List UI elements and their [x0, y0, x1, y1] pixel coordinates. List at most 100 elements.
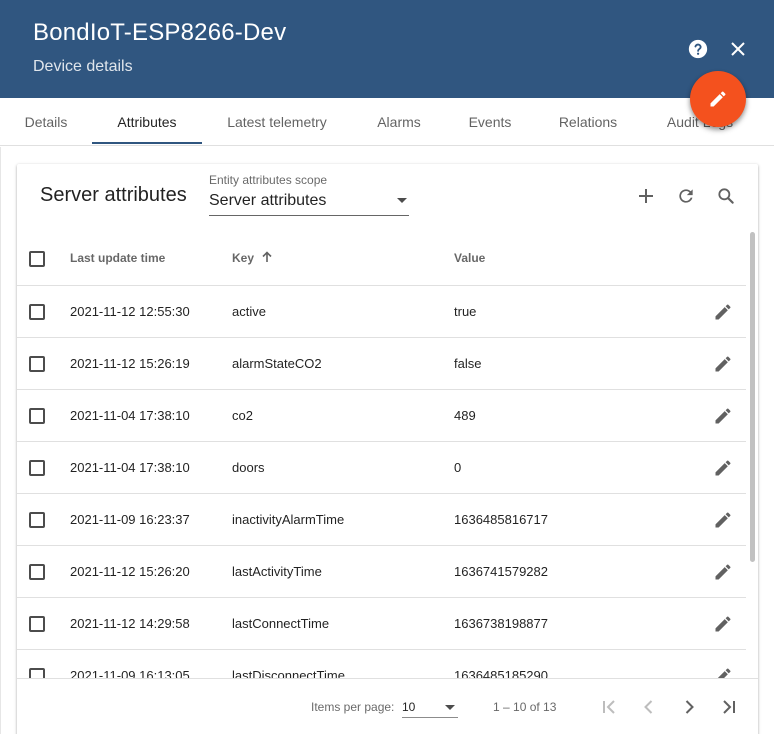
cell-key: inactivityAlarmTime [232, 512, 345, 527]
dialog-title: BondIoT-ESP8266-Dev [33, 19, 287, 46]
active-tab-indicator [92, 142, 202, 144]
edit-attribute-button[interactable] [711, 508, 735, 532]
row-checkbox[interactable] [29, 668, 45, 678]
select-all-checkbox[interactable] [29, 251, 45, 267]
column-header-value[interactable]: Value [454, 251, 485, 265]
edit-attribute-button[interactable] [711, 456, 735, 480]
row-checkbox[interactable] [29, 616, 45, 632]
first-page-icon [603, 700, 615, 714]
page-size-value: 10 [402, 700, 416, 714]
cell-key: co2 [232, 408, 253, 423]
cell-time: 2021-11-09 16:13:05 [70, 668, 190, 678]
tab-alarms[interactable]: Alarms [352, 98, 446, 146]
arrow-up-icon [262, 251, 272, 262]
items-per-page-label: Items per page: [311, 700, 395, 714]
edit-attribute-button[interactable] [711, 664, 735, 678]
last-page-icon [723, 700, 735, 714]
edit-attribute-button[interactable] [711, 612, 735, 636]
cell-time: 2021-11-04 17:38:10 [70, 460, 190, 475]
cell-value: true [454, 304, 477, 319]
column-header-time[interactable]: Last update time [70, 251, 165, 265]
paginator: Items per page: 10 1 – 10 of 13 [17, 678, 758, 734]
pencil-icon [715, 304, 731, 320]
row-checkbox[interactable] [29, 564, 45, 580]
scope-label: Entity attributes scope [209, 173, 328, 187]
cell-key: lastActivityTime [232, 564, 322, 579]
divider [0, 147, 1, 734]
row-checkbox[interactable] [29, 460, 45, 476]
page-size-underline [402, 717, 458, 718]
dialog-header: BondIoT-ESP8266-Dev Device details [0, 0, 774, 98]
row-checkbox[interactable] [29, 408, 45, 424]
close-button[interactable] [726, 37, 750, 61]
attributes-panel: Server attributes Entity attributes scop… [17, 164, 758, 734]
cell-value: 1636485816717 [454, 512, 548, 527]
tab-relations[interactable]: Relations [534, 98, 642, 146]
panel-title: Server attributes [40, 184, 187, 206]
pencil-icon [715, 408, 731, 424]
cell-time: 2021-11-12 15:26:20 [70, 564, 190, 579]
tab-bar: Details Attributes Latest telemetry Alar… [0, 98, 774, 146]
table-row[interactable]: 2021-11-04 17:38:10 co2 489 [17, 390, 746, 442]
dropdown-arrow-icon [445, 705, 455, 710]
cell-value: 1636738198877 [454, 616, 548, 631]
cell-key: active [232, 304, 266, 319]
scope-value: Server attributes [209, 192, 327, 209]
cell-key: alarmStateCO2 [232, 356, 322, 371]
previous-page-button[interactable] [635, 693, 663, 721]
cell-time: 2021-11-12 15:26:19 [70, 356, 190, 371]
search-icon [718, 188, 734, 204]
cell-time: 2021-11-12 12:55:30 [70, 304, 190, 319]
edit-attribute-button[interactable] [711, 560, 735, 584]
help-button[interactable] [686, 37, 710, 61]
close-icon [731, 42, 745, 56]
refresh-button[interactable] [674, 184, 698, 208]
tab-events[interactable]: Events [446, 98, 534, 146]
row-checkbox[interactable] [29, 304, 45, 320]
scope-underline [209, 215, 409, 216]
cell-value: 0 [454, 460, 462, 475]
cell-key: doors [232, 460, 265, 475]
cell-time: 2021-11-04 17:38:10 [70, 408, 190, 423]
last-page-button[interactable] [715, 693, 743, 721]
dropdown-arrow-icon [397, 198, 407, 203]
attributes-table: Last update time Key Value 2021-11-12 12… [17, 232, 758, 678]
edit-attribute-button[interactable] [711, 352, 735, 376]
tab-details[interactable]: Details [0, 98, 92, 146]
help-circle-icon [688, 39, 708, 59]
chevron-left-icon [644, 700, 653, 714]
table-row[interactable]: 2021-11-12 14:29:58 lastConnectTime 1636… [17, 598, 746, 650]
cell-value: 1636485185290 [454, 668, 548, 678]
next-page-button[interactable] [675, 693, 703, 721]
attributes-scope-select[interactable]: Entity attributes scope Server attribute… [209, 173, 409, 217]
table-header: Last update time Key Value [17, 232, 746, 286]
edit-attribute-button[interactable] [711, 300, 735, 324]
pencil-icon [710, 91, 726, 107]
row-checkbox[interactable] [29, 356, 45, 372]
tab-attributes[interactable]: Attributes [92, 98, 202, 146]
table-row[interactable]: 2021-11-04 17:38:10 doors 0 [17, 442, 746, 494]
tab-latest-telemetry[interactable]: Latest telemetry [202, 98, 352, 146]
plus-icon [639, 189, 653, 203]
pencil-icon [715, 356, 731, 372]
column-header-key[interactable]: Key [232, 251, 273, 265]
edit-attribute-button[interactable] [711, 404, 735, 428]
refresh-icon [679, 189, 693, 203]
page-size-select[interactable]: 10 [402, 693, 458, 721]
search-button[interactable] [714, 184, 738, 208]
table-scrollbar[interactable] [750, 232, 755, 562]
edit-device-button[interactable] [690, 71, 746, 127]
cell-key: lastDisconnectTime [232, 668, 345, 678]
first-page-button[interactable] [595, 693, 623, 721]
cell-value: 1636741579282 [454, 564, 548, 579]
pencil-icon [715, 564, 731, 580]
table-row[interactable]: 2021-11-12 15:26:19 alarmStateCO2 false [17, 338, 746, 390]
dialog-subtitle: Device details [33, 58, 133, 75]
cell-key: lastConnectTime [232, 616, 330, 631]
table-row[interactable]: 2021-11-12 12:55:30 active true [17, 286, 746, 338]
add-attribute-button[interactable] [634, 184, 658, 208]
table-row[interactable]: 2021-11-09 16:13:05 lastDisconnectTime 1… [17, 650, 746, 678]
table-row[interactable]: 2021-11-09 16:23:37 inactivityAlarmTime … [17, 494, 746, 546]
table-row[interactable]: 2021-11-12 15:26:20 lastActivityTime 163… [17, 546, 746, 598]
row-checkbox[interactable] [29, 512, 45, 528]
